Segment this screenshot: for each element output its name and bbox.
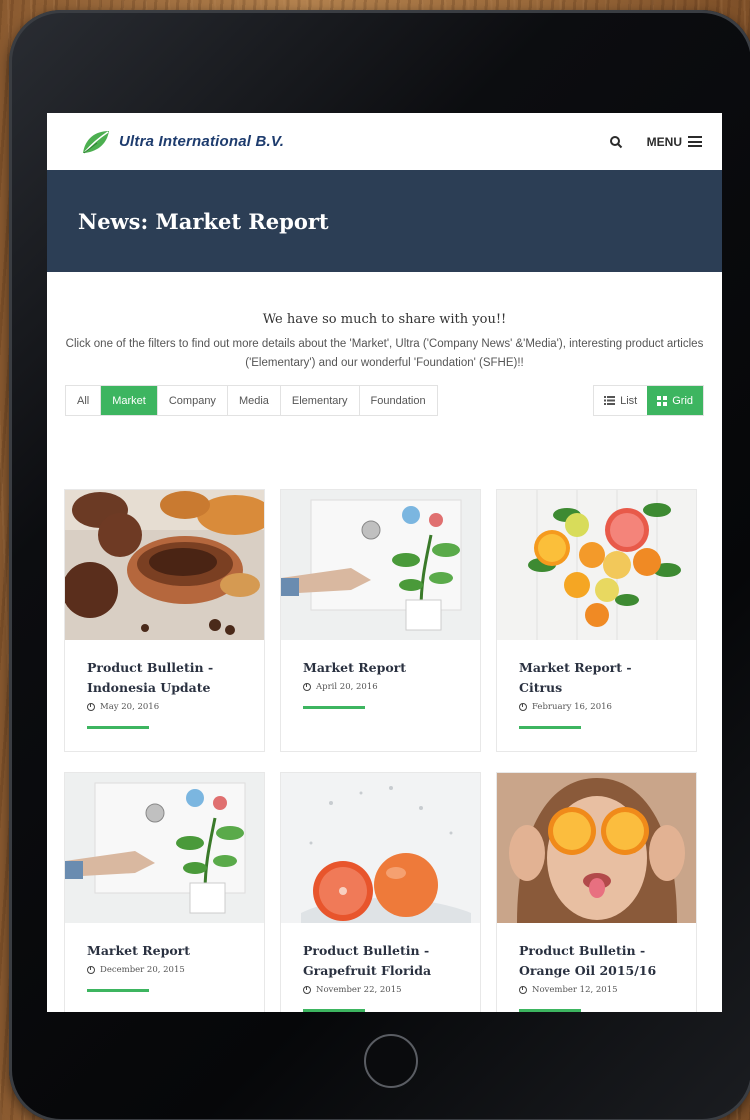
card-date-text: November 22, 2015 [316, 985, 402, 995]
spices-image [65, 490, 264, 640]
card-date-text: May 20, 2016 [100, 702, 160, 712]
card-date: April 20, 2016 [303, 682, 458, 692]
card-title[interactable]: Product Bulletin - Orange Oil 2015/16 [519, 941, 674, 981]
leaf-logo-icon [83, 130, 109, 153]
card-title[interactable]: Market Report [87, 941, 242, 961]
list-view-button[interactable]: List [594, 386, 648, 415]
card-title[interactable]: Product Bulletin - Indonesia Update [87, 658, 242, 698]
card-date-text: November 12, 2015 [532, 985, 618, 995]
card-title[interactable]: Product Bulletin - Grapefruit Florida [303, 941, 458, 981]
growth-drawing-image [281, 490, 480, 640]
orange-eyes-image [497, 773, 696, 923]
card-title[interactable]: Market Report [303, 658, 458, 678]
card-accent-line [519, 1009, 581, 1012]
card-date: May 20, 2016 [87, 702, 242, 712]
card-title[interactable]: Market Report - Citrus [519, 658, 674, 698]
news-card[interactable]: Market Report December 20, 2015 [64, 772, 265, 1012]
citrus-heart-image [497, 490, 696, 640]
page-title: News: Market Report [78, 208, 329, 234]
card-date: February 16, 2016 [519, 702, 674, 712]
view-toggle: List Grid [593, 385, 704, 416]
filter-all[interactable]: All [66, 386, 102, 415]
growth-drawing-image [65, 773, 264, 923]
clock-icon [519, 703, 527, 711]
clock-icon [87, 703, 95, 711]
card-accent-line [87, 989, 149, 992]
filter-bar: All Market Company Media Elementary Foun… [65, 385, 704, 416]
clock-icon [519, 986, 527, 994]
clock-icon [303, 986, 311, 994]
card-date: November 22, 2015 [303, 985, 458, 995]
hamburger-icon[interactable] [688, 136, 702, 147]
intro-section: We have so much to share with you!! Clic… [47, 272, 722, 373]
news-card[interactable]: Product Bulletin - Orange Oil 2015/16 No… [496, 772, 697, 1012]
filter-foundation[interactable]: Foundation [359, 386, 437, 415]
menu-button[interactable]: MENU [647, 135, 682, 149]
list-icon [604, 396, 616, 405]
clock-icon [303, 683, 311, 691]
news-card[interactable]: Product Bulletin - Indonesia Update May … [64, 489, 265, 752]
grid-view-button[interactable]: Grid [647, 386, 703, 415]
news-card[interactable]: Product Bulletin - Grapefruit Florida No… [280, 772, 481, 1012]
site-header: Ultra International B.V. MENU [47, 113, 722, 170]
search-icon[interactable] [609, 135, 623, 149]
category-filters: All Market Company Media Elementary Foun… [65, 385, 438, 416]
filter-media[interactable]: Media [227, 386, 281, 415]
news-card[interactable]: Market Report April 20, 2016 [280, 489, 481, 752]
grid-icon [657, 395, 668, 406]
card-date: December 20, 2015 [87, 965, 242, 975]
card-date-text: December 20, 2015 [100, 965, 185, 975]
card-accent-line [303, 706, 365, 709]
card-date: November 12, 2015 [519, 985, 674, 995]
card-date-text: February 16, 2016 [532, 702, 612, 712]
filter-elementary[interactable]: Elementary [280, 386, 360, 415]
news-card[interactable]: Market Report - Citrus February 16, 2016 [496, 489, 697, 752]
grid-view-label: Grid [672, 394, 693, 407]
clock-icon [87, 966, 95, 974]
card-accent-line [87, 726, 149, 729]
news-grid: Product Bulletin - Indonesia Update May … [64, 489, 697, 1012]
filter-market[interactable]: Market [101, 386, 158, 415]
filter-company[interactable]: Company [157, 386, 228, 415]
list-view-label: List [620, 394, 638, 407]
card-date-text: April 20, 2016 [316, 682, 378, 692]
logo-text: Ultra International B.V. [119, 133, 285, 150]
card-accent-line [519, 726, 581, 729]
logo[interactable]: Ultra International B.V. [81, 129, 284, 155]
page-banner: News: Market Report [47, 170, 722, 272]
intro-heading: We have so much to share with you!! [262, 312, 507, 327]
card-accent-line [303, 1009, 365, 1012]
grapefruit-splash-image [281, 773, 480, 923]
home-button[interactable] [364, 1034, 418, 1088]
screen: Ultra International B.V. MENU News: Mark… [47, 113, 722, 1012]
intro-text: Click one of the filters to find out mor… [65, 338, 704, 369]
